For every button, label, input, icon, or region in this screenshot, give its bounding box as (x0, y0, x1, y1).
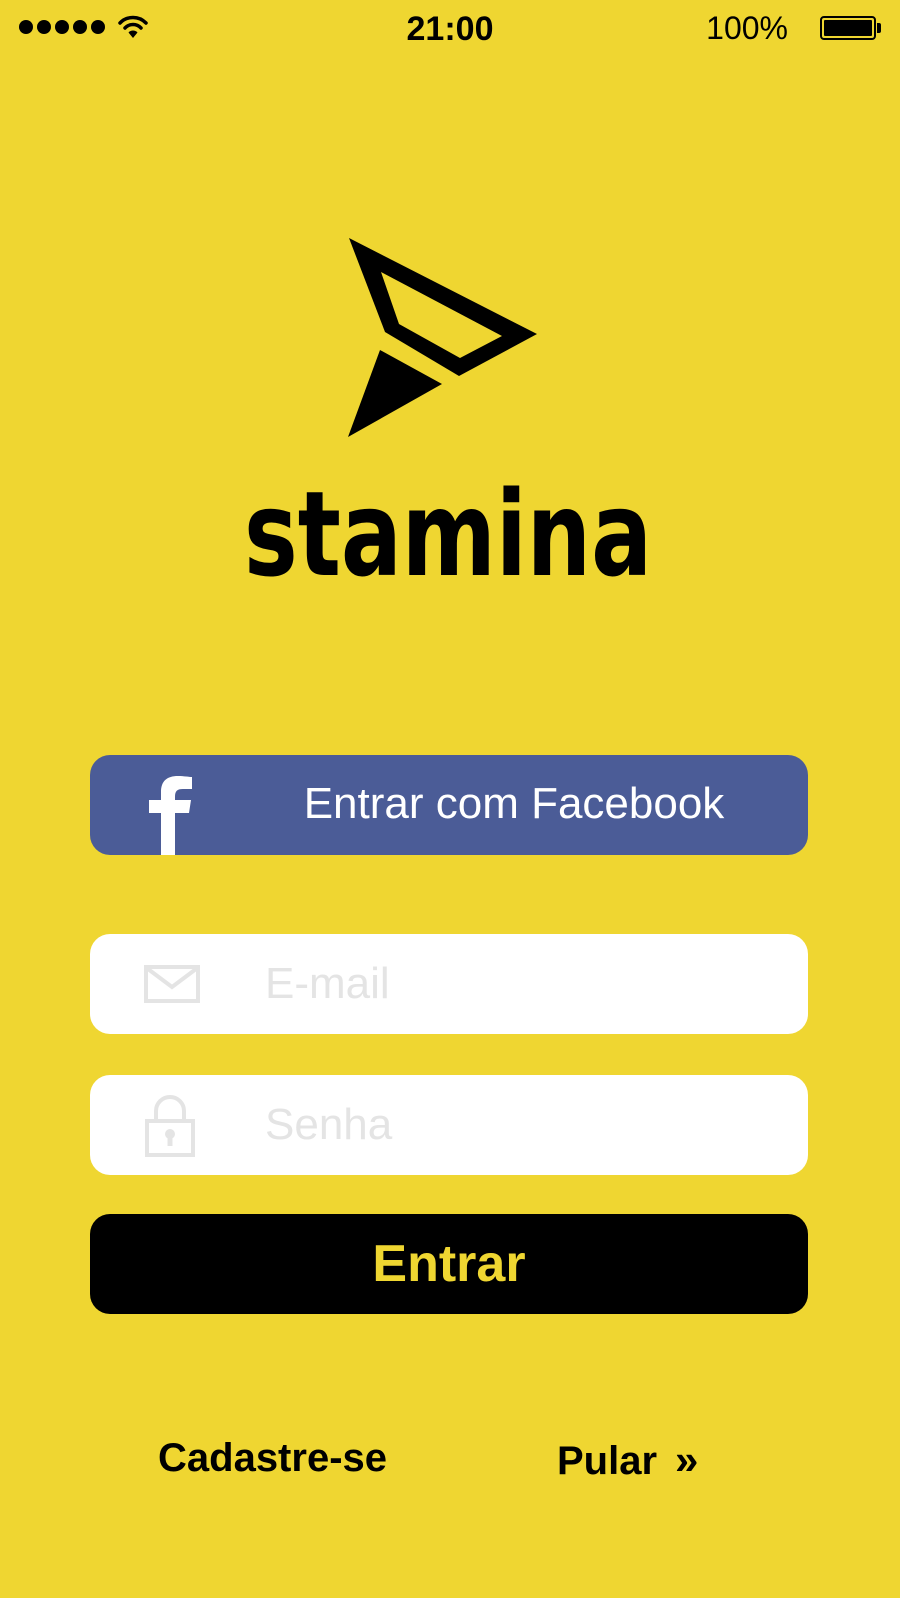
email-field[interactable] (265, 934, 785, 1034)
brand-wordmark: stamina (244, 480, 652, 590)
battery-icon (820, 16, 876, 40)
password-field-container (90, 1075, 808, 1175)
envelope-icon (144, 965, 200, 1003)
status-bar: 21:00 100% (0, 0, 900, 60)
login-button[interactable]: Entrar (90, 1214, 808, 1314)
signup-link[interactable]: Cadastre-se (158, 1436, 387, 1481)
password-field[interactable] (265, 1075, 785, 1175)
battery-tip (877, 23, 881, 33)
facebook-login-label: Entrar com Facebook (303, 779, 725, 828)
facebook-f-icon (149, 776, 192, 855)
facebook-login-button[interactable]: Entrar com Facebook (90, 755, 808, 855)
skip-label: Pular (557, 1439, 658, 1483)
battery-fill (824, 20, 872, 36)
email-field-container (90, 934, 808, 1034)
skip-link[interactable]: Pular » (557, 1436, 698, 1484)
double-chevron-right-icon: » (675, 1436, 698, 1483)
paper-plane-arrow-icon (348, 238, 537, 437)
brand-name: stamina (244, 480, 652, 590)
battery-percentage: 100% (706, 10, 788, 46)
lock-icon (145, 1095, 195, 1157)
